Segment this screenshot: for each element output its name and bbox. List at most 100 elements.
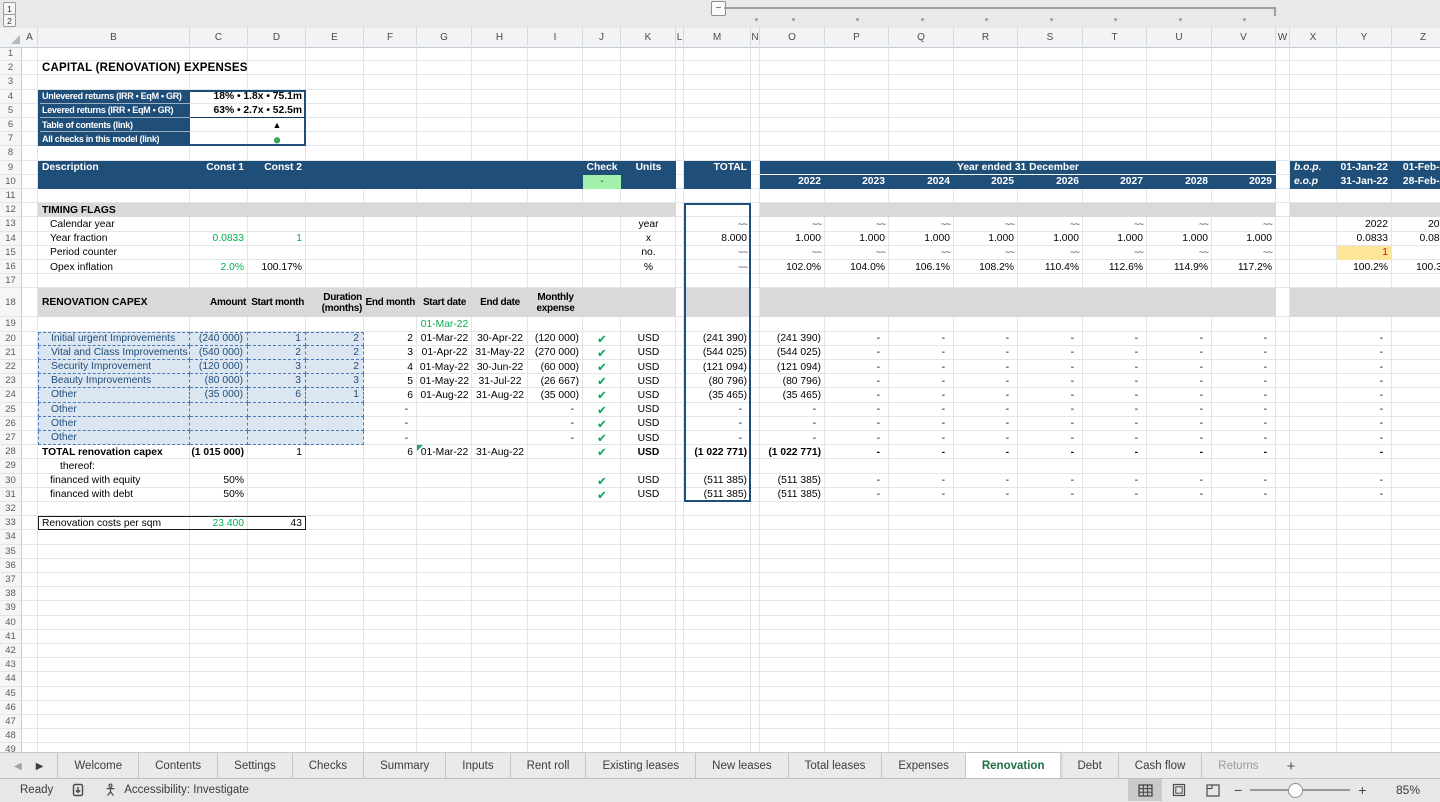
- cell-Z20[interactable]: -: [1392, 332, 1440, 346]
- cell-Z25[interactable]: -: [1392, 403, 1440, 417]
- cell-C14[interactable]: 0.0833: [190, 232, 248, 246]
- row-header-39[interactable]: 39: [0, 601, 22, 615]
- column-header-L[interactable]: L: [676, 28, 684, 46]
- column-header-P[interactable]: P: [825, 28, 889, 46]
- cell-O28[interactable]: (1 022 771): [760, 445, 825, 459]
- cell-Q24[interactable]: -: [889, 388, 954, 402]
- cell-D25[interactable]: [248, 403, 306, 417]
- cell-S30[interactable]: -: [1018, 474, 1083, 488]
- cell-Y26[interactable]: -: [1337, 417, 1392, 431]
- cell-U27[interactable]: -: [1147, 431, 1212, 445]
- cell-Y21[interactable]: -: [1337, 346, 1392, 360]
- cell-S23[interactable]: -: [1018, 374, 1083, 388]
- unlevered-returns-label[interactable]: Unlevered returns (IRR • EqM • GR): [38, 90, 190, 104]
- cell-Y9[interactable]: 01-Jan-22: [1337, 161, 1392, 175]
- cell-I25[interactable]: -: [528, 403, 583, 417]
- cell-V15[interactable]: ~~: [1212, 246, 1276, 260]
- cell-V23[interactable]: -: [1212, 374, 1276, 388]
- cell-O14[interactable]: 1.000: [760, 232, 825, 246]
- row-header-27[interactable]: 27: [0, 431, 22, 445]
- cell-Z23[interactable]: -: [1392, 374, 1440, 388]
- cell-G24[interactable]: 01-Aug-22: [417, 388, 472, 402]
- cell-K27[interactable]: USD: [621, 431, 676, 445]
- cell-C21[interactable]: (540 000): [190, 346, 248, 360]
- cell-E23[interactable]: 3: [306, 374, 364, 388]
- cell-T31[interactable]: -: [1083, 488, 1147, 502]
- cell-C27[interactable]: [190, 431, 248, 445]
- cell-D21[interactable]: 2: [248, 346, 306, 360]
- cell-B15[interactable]: Period counter: [38, 246, 190, 260]
- cell-O15[interactable]: ~~: [760, 246, 825, 260]
- row-header-42[interactable]: 42: [0, 644, 22, 658]
- cell-Y22[interactable]: -: [1337, 360, 1392, 374]
- cell-M25[interactable]: -: [684, 403, 751, 417]
- column-header-E[interactable]: E: [306, 28, 364, 46]
- cell-M31[interactable]: (511 385): [684, 488, 751, 502]
- cell-R23[interactable]: -: [954, 374, 1018, 388]
- checks-status-ok-icon[interactable]: ●: [248, 132, 306, 146]
- cell-O12[interactable]: [760, 203, 1276, 217]
- cell-T25[interactable]: -: [1083, 403, 1147, 417]
- column-header-H[interactable]: H: [472, 28, 528, 46]
- cell-P27[interactable]: -: [825, 431, 889, 445]
- page-break-preview-button[interactable]: [1196, 779, 1230, 801]
- accessibility-button[interactable]: Accessibility: Investigate: [103, 783, 249, 798]
- row-header-17[interactable]: 17: [0, 274, 22, 288]
- cell-B14[interactable]: Year fraction: [38, 232, 190, 246]
- column-header-T[interactable]: T: [1083, 28, 1147, 46]
- cell-D33[interactable]: 43: [248, 516, 306, 530]
- column-header-Q[interactable]: Q: [889, 28, 954, 46]
- row-header-46[interactable]: 46: [0, 701, 22, 715]
- row-header-8[interactable]: 8: [0, 146, 22, 160]
- cell-I21[interactable]: (270 000): [528, 346, 583, 360]
- cell-X9[interactable]: b.o.p.: [1290, 161, 1337, 175]
- cell-Q25[interactable]: -: [889, 403, 954, 417]
- cell-Y24[interactable]: -: [1337, 388, 1392, 402]
- cell-P22[interactable]: -: [825, 360, 889, 374]
- cell-K21[interactable]: USD: [621, 346, 676, 360]
- column-header-W[interactable]: W: [1276, 28, 1290, 46]
- row-header-10[interactable]: 10: [0, 175, 22, 189]
- tab-expenses[interactable]: Expenses: [882, 753, 966, 779]
- cell-O24[interactable]: (35 465): [760, 388, 825, 402]
- column-header-D[interactable]: D: [248, 28, 306, 46]
- cell-S27[interactable]: -: [1018, 431, 1083, 445]
- cell-C33[interactable]: 23 400: [190, 516, 248, 530]
- cell-F25[interactable]: -: [364, 403, 417, 417]
- row-header-15[interactable]: 15: [0, 246, 22, 260]
- cell-B24[interactable]: Other: [38, 388, 190, 402]
- cell-S10[interactable]: 2026: [1018, 175, 1083, 189]
- cell-P15[interactable]: ~~: [825, 246, 889, 260]
- cell-K20[interactable]: USD: [621, 332, 676, 346]
- cell-R27[interactable]: -: [954, 431, 1018, 445]
- cell-E18[interactable]: Duration (months): [306, 288, 364, 317]
- cell-O13[interactable]: ~~: [760, 217, 825, 231]
- cell-T13[interactable]: ~~: [1083, 217, 1147, 231]
- cell-M14[interactable]: 8.000: [684, 232, 751, 246]
- row-header-30[interactable]: 30: [0, 474, 22, 488]
- cell-R30[interactable]: -: [954, 474, 1018, 488]
- cell-Q20[interactable]: -: [889, 332, 954, 346]
- cell-K31[interactable]: USD: [621, 488, 676, 502]
- cell-R25[interactable]: -: [954, 403, 1018, 417]
- zoom-slider-knob[interactable]: [1288, 783, 1303, 798]
- cell-T10[interactable]: 2027: [1083, 175, 1147, 189]
- cell-Q14[interactable]: 1.000: [889, 232, 954, 246]
- cell-B20[interactable]: Initial urgent Improvements: [38, 332, 190, 346]
- column-header-N[interactable]: N: [751, 28, 760, 46]
- cell-U16[interactable]: 114.9%: [1147, 260, 1212, 274]
- cell-T16[interactable]: 112.6%: [1083, 260, 1147, 274]
- cell-I26[interactable]: -: [528, 417, 583, 431]
- cell-V10[interactable]: 2029: [1212, 175, 1276, 189]
- tab-new-leases[interactable]: New leases: [696, 753, 788, 779]
- cell-X10[interactable]: e.o.p: [1290, 175, 1337, 189]
- cell-R10[interactable]: 2025: [954, 175, 1018, 189]
- cell-E22[interactable]: 2: [306, 360, 364, 374]
- cell-M22[interactable]: (121 094): [684, 360, 751, 374]
- cell-S24[interactable]: -: [1018, 388, 1083, 402]
- cell-C18[interactable]: Amount: [190, 288, 248, 317]
- cell-M15[interactable]: ~~: [684, 246, 751, 260]
- row-header-43[interactable]: 43: [0, 658, 22, 672]
- prev-sheet-arrow-icon[interactable]: ◀: [14, 761, 22, 772]
- row-header-2[interactable]: 2: [0, 61, 22, 75]
